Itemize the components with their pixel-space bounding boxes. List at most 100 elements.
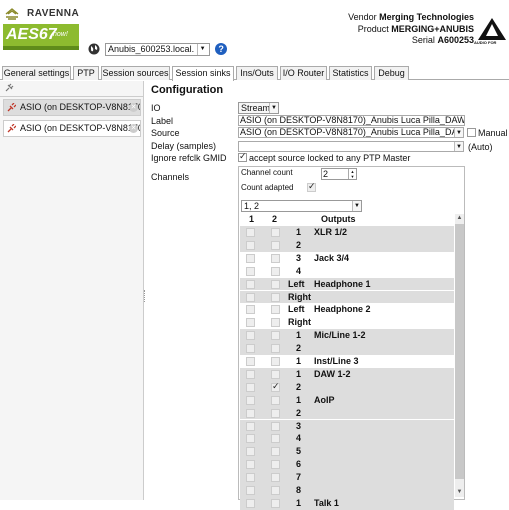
route-checkbox-col2[interactable] (271, 408, 280, 418)
route-checkbox-col1[interactable] (246, 395, 255, 405)
tab-debug[interactable]: Debug (374, 66, 409, 80)
route-checkbox-col2[interactable] (271, 266, 280, 276)
route-checkbox-col1[interactable] (246, 434, 255, 444)
column-header-2: 2 (272, 214, 278, 224)
device-select[interactable]: Anubis_600253.local. ▼ (105, 42, 211, 56)
channel-count-stepper[interactable]: 2 ▲ ▼ (321, 168, 357, 180)
route-checkbox-col2[interactable] (271, 279, 280, 289)
column-header-1: 1 (249, 214, 255, 224)
channel-map-select[interactable]: 1, 2 ▼ (241, 200, 362, 212)
sink-list-item[interactable]: ASIO (on DESKTOP-V8N8170) ✕ (3, 120, 141, 137)
label-input[interactable]: ASIO (on DESKTOP-V8N8170)_Anubis Luca Pi… (238, 115, 465, 126)
output-channel-label: 4 (296, 433, 302, 444)
source-label: Source (151, 128, 180, 138)
route-checkbox-col1[interactable] (246, 369, 255, 379)
route-checkbox-col2[interactable] (271, 498, 280, 508)
route-checkbox-col2[interactable] (271, 318, 280, 328)
page-title: Configuration (151, 84, 224, 96)
route-checkbox-col2[interactable] (271, 381, 280, 392)
route-checkbox-col2[interactable] (271, 447, 280, 457)
delay-select[interactable]: ▼ (238, 141, 464, 152)
output-channel-label: 8 (296, 485, 302, 495)
route-checkbox-col1[interactable] (246, 331, 255, 341)
route-checkbox-col2[interactable] (271, 434, 280, 444)
scrollbar-thumb[interactable] (455, 224, 464, 479)
route-checkbox-col2[interactable] (271, 344, 280, 354)
spinner-arrows-icon[interactable]: ▲ ▼ (348, 169, 356, 179)
output-channel-label: 7 (296, 472, 302, 483)
route-checkbox-col1[interactable] (246, 253, 255, 263)
manual-label: Manual (478, 128, 508, 138)
route-checkbox-col2[interactable] (271, 369, 280, 379)
chevron-down-icon: ▼ (352, 201, 361, 211)
route-checkbox-col1[interactable] (246, 486, 255, 495)
sink-list-item[interactable]: ASIO (on DESKTOP-V8N8170) ✕ (3, 99, 141, 116)
route-checkbox-col1[interactable] (246, 357, 255, 366)
output-channel-label: 1 (296, 356, 302, 366)
route-checkbox-col1[interactable] (246, 279, 255, 289)
table-row: 2 (240, 380, 454, 394)
scroll-up-icon[interactable]: ▲ (455, 214, 464, 223)
route-checkbox-col2[interactable] (271, 292, 280, 302)
io-select[interactable]: Stream ▼ (238, 102, 279, 114)
route-checkbox-col2[interactable] (271, 395, 280, 405)
tab-ins-outs[interactable]: Ins/Outs (236, 66, 278, 80)
manual-checkbox[interactable] (467, 128, 476, 137)
table-row: 8 (240, 484, 454, 497)
tab-ptp[interactable]: PTP (73, 66, 99, 80)
aes67-now-text: now! (53, 31, 68, 38)
route-checkbox-col2[interactable] (271, 460, 280, 470)
tab-session-sinks[interactable]: Session sinks (172, 66, 234, 81)
route-checkbox-col1[interactable] (246, 498, 255, 508)
table-row: 3 Jack 3/4 (240, 252, 454, 265)
source-select-value: ASIO (on DESKTOP-V8N8170)_Anubis Luca Pi… (240, 127, 464, 137)
route-checkbox-col2[interactable] (271, 253, 280, 263)
route-checkbox-col1[interactable] (246, 447, 255, 457)
route-checkbox-col2[interactable] (271, 305, 280, 315)
serial-label: Serial (411, 35, 435, 45)
route-checkbox-col2[interactable] (271, 228, 280, 237)
connected-plug-icon (7, 103, 16, 112)
route-checkbox-col1[interactable] (246, 382, 255, 392)
tab-io-router[interactable]: I/O Router (280, 66, 327, 80)
tab-session-sources[interactable]: Session sources (101, 66, 170, 80)
route-checkbox-col2[interactable] (271, 240, 280, 250)
route-checkbox-col1[interactable] (246, 318, 255, 328)
route-checkbox-col1[interactable] (246, 460, 255, 470)
ignore-refclk-checkbox[interactable] (238, 151, 247, 162)
scroll-down-icon[interactable]: ▼ (455, 488, 464, 497)
output-channel-label: 4 (296, 265, 302, 276)
route-checkbox-col2[interactable] (271, 331, 280, 341)
table-row: 7 (240, 471, 454, 484)
route-checkbox-col1[interactable] (246, 344, 255, 354)
route-checkbox-col2[interactable] (271, 357, 280, 366)
route-checkbox-col1[interactable] (246, 266, 255, 276)
route-checkbox-col1[interactable] (246, 305, 255, 315)
route-checkbox-col2[interactable] (271, 473, 280, 483)
serial-value: A600253 (437, 35, 474, 45)
route-checkbox-col2[interactable] (271, 421, 280, 431)
device-selector-row: Anubis_600253.local. ▼ ? (88, 41, 228, 57)
route-checkbox-col1[interactable] (246, 240, 255, 250)
route-checkbox-col1[interactable] (246, 408, 255, 418)
route-checkbox-col1[interactable] (246, 421, 255, 431)
route-checkbox-col2[interactable] (271, 486, 280, 495)
ravenna-aes67-logo: RAVENNA AES67 now! (3, 6, 79, 58)
pin-icon[interactable] (4, 83, 14, 93)
close-icon[interactable]: ✕ (129, 124, 138, 133)
outputs-scrollbar[interactable]: ▲ ▼ (455, 214, 464, 497)
count-adapted-label: Count adapted (241, 183, 294, 192)
close-icon[interactable]: ✕ (129, 103, 138, 112)
route-checkbox-col1[interactable] (246, 292, 255, 302)
sidebar-splitter-handle[interactable] (144, 290, 146, 302)
tab-general-settings[interactable]: General settings (2, 66, 71, 80)
help-icon[interactable]: ? (215, 43, 228, 55)
output-channel-label: 1 (296, 227, 302, 237)
route-checkbox-col1[interactable] (246, 228, 255, 237)
source-select[interactable]: ASIO (on DESKTOP-V8N8170)_Anubis Luca Pi… (238, 127, 464, 138)
output-channel-label: 6 (296, 459, 302, 470)
table-row: 2 (240, 342, 454, 355)
output-group-label: AoIP (314, 394, 335, 405)
route-checkbox-col1[interactable] (246, 473, 255, 483)
tab-statistics[interactable]: Statistics (329, 66, 372, 80)
